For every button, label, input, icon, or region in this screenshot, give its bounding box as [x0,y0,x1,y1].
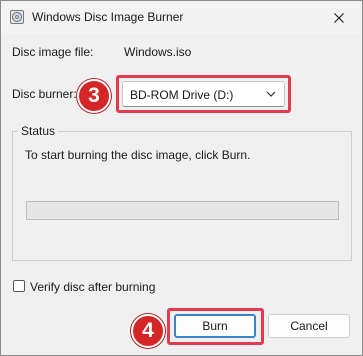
step3-highlight [116,75,291,113]
verify-checkbox[interactable] [13,280,25,292]
cancel-button[interactable]: Cancel [268,314,350,338]
disc-burner-icon [10,10,24,24]
disc-image-label: Disc image file: [12,45,94,59]
step4-highlight [167,308,264,345]
close-button[interactable] [316,1,362,34]
title-bar: Windows Disc Image Burner [1,1,362,34]
step3-badge: 3 [77,79,111,113]
burner-dialog: Windows Disc Image Burner Disc image fil… [0,0,363,356]
disc-image-value: Windows.iso [124,45,192,59]
status-legend: Status [18,124,59,138]
burn-progress-bar [26,201,339,220]
status-message: To start burning the disc image, click B… [25,148,251,162]
step4-badge: 4 [131,314,165,348]
disc-burner-label: Disc burner: [12,87,77,101]
window-title: Windows Disc Image Burner [32,10,184,24]
verify-label[interactable]: Verify disc after burning [30,280,155,294]
close-icon [334,12,344,23]
